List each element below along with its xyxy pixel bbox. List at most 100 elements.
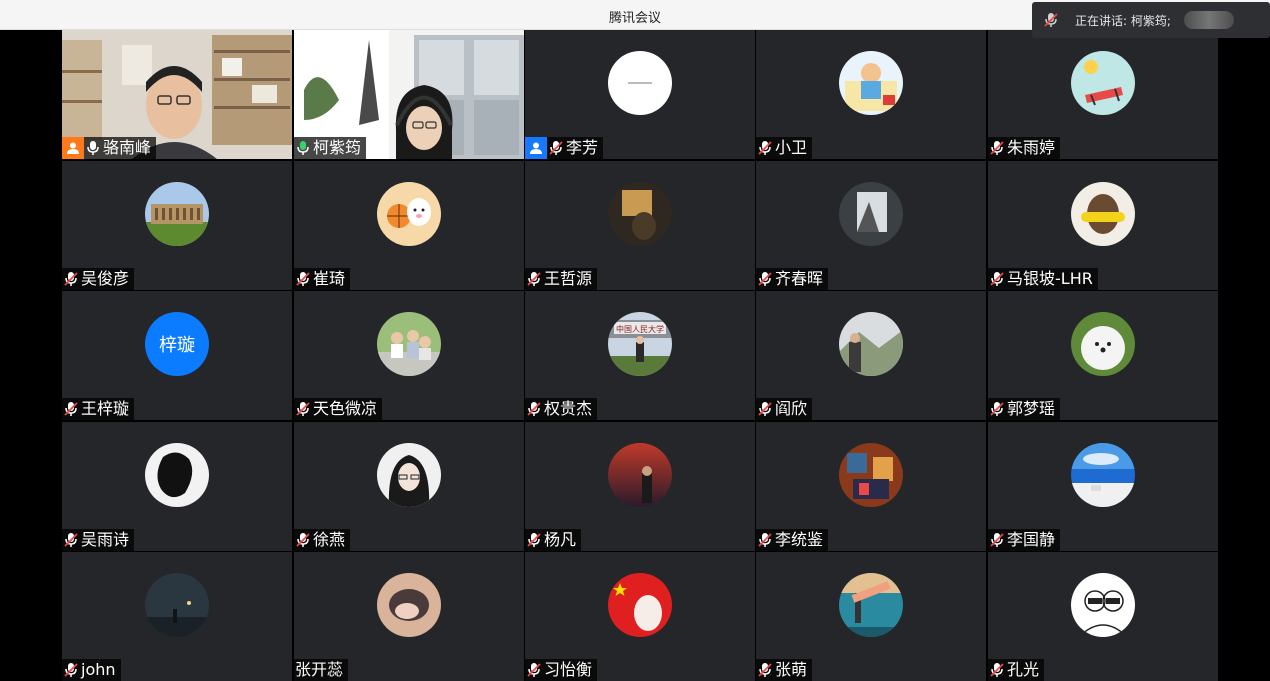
participant-avatar <box>839 182 903 246</box>
name-bar: 朱雨婷 <box>988 137 1061 159</box>
participant-name: 阎欣 <box>775 399 808 418</box>
participant-avatar <box>608 443 672 507</box>
mic-muted-icon <box>62 659 80 681</box>
participant-name: 朱雨婷 <box>1007 138 1056 157</box>
name-bar: 骆南峰 <box>62 137 157 159</box>
avatar-initials: 梓璇 <box>159 335 195 356</box>
mic-muted-icon <box>547 137 565 159</box>
name-bar: 天色微凉 <box>294 398 383 420</box>
name-bar: 王哲源 <box>525 268 598 290</box>
host-user-icon <box>62 137 84 159</box>
svg-text:中国人民大学: 中国人民大学 <box>616 324 664 334</box>
participant-name: 马银坡-LHR <box>1007 269 1093 288</box>
name-bar: 李国静 <box>988 529 1061 551</box>
participant-tile[interactable]: 崔琦 <box>294 161 524 290</box>
participant-tile[interactable]: 中国人民大学权贵杰 <box>525 291 755 420</box>
participant-name: 杨凡 <box>544 530 577 549</box>
participant-avatar <box>608 51 672 115</box>
name-bar: 孔光 <box>988 659 1045 681</box>
participant-tile[interactable]: 朱雨婷 <box>988 30 1218 159</box>
participant-avatar <box>839 51 903 115</box>
participant-name: 李芳 <box>566 138 599 157</box>
cohost-user-icon <box>525 137 547 159</box>
participant-tile[interactable]: 小卫 <box>756 30 986 159</box>
name-bar: 王梓璇 <box>62 398 135 420</box>
participant-name: 吴雨诗 <box>81 530 130 549</box>
participant-tile[interactable]: 张萌 <box>756 552 986 681</box>
mic-muted-icon <box>294 529 312 551</box>
mic-muted-icon <box>294 268 312 290</box>
speaking-indicator: 正在讲话: 柯紫筠; <box>1032 2 1270 38</box>
participant-tile[interactable]: 杨凡 <box>525 422 755 551</box>
speaking-label: 正在讲话: 柯紫筠; <box>1075 14 1171 28</box>
participant-tile[interactable]: 骆南峰 <box>62 30 292 159</box>
name-bar: 李统鉴 <box>756 529 829 551</box>
participant-tile[interactable]: 柯紫筠 <box>294 30 524 159</box>
name-bar: 马银坡-LHR <box>988 268 1098 290</box>
participant-tile[interactable]: 李芳 <box>525 30 755 159</box>
participant-tile[interactable]: 阎欣 <box>756 291 986 420</box>
mic-muted-icon <box>525 659 543 681</box>
name-bar: 吴俊彦 <box>62 268 135 290</box>
participant-avatar <box>377 573 441 637</box>
mic-muted-icon <box>988 529 1006 551</box>
mic-muted-icon <box>756 137 774 159</box>
participant-avatar <box>1071 443 1135 507</box>
participant-name: 吴俊彦 <box>81 269 130 288</box>
name-bar: 柯紫筠 <box>294 137 367 159</box>
participant-tile[interactable]: 吴俊彦 <box>62 161 292 290</box>
name-bar: 崔琦 <box>294 268 351 290</box>
participant-avatar <box>1071 312 1135 376</box>
mic-muted-icon <box>988 137 1006 159</box>
participant-tile[interactable]: 天色微凉 <box>294 291 524 420</box>
participant-tile[interactable]: 齐春晖 <box>756 161 986 290</box>
participant-tile[interactable]: 王哲源 <box>525 161 755 290</box>
participant-name: 张开蕊 <box>295 660 344 679</box>
participant-name: john <box>81 660 116 679</box>
participant-name: 孔光 <box>1007 660 1040 679</box>
participant-avatar <box>839 573 903 637</box>
name-bar: 权贵杰 <box>525 398 598 420</box>
mic-muted-icon <box>988 268 1006 290</box>
mic-muted-icon <box>294 398 312 420</box>
participant-name: 习怡衡 <box>544 660 593 679</box>
participant-tile[interactable]: 李统鉴 <box>756 422 986 551</box>
mic-muted-icon <box>62 268 80 290</box>
mic-muted-icon <box>62 398 80 420</box>
participant-tile[interactable]: 郭梦瑶 <box>988 291 1218 420</box>
mic-muted-icon <box>62 529 80 551</box>
participant-tile[interactable]: 习怡衡 <box>525 552 755 681</box>
participant-tile[interactable]: 徐燕 <box>294 422 524 551</box>
participant-name: 骆南峰 <box>103 138 152 157</box>
mic-on-icon <box>84 137 102 159</box>
name-bar: 徐燕 <box>294 529 351 551</box>
mic-muted-icon <box>525 529 543 551</box>
mic-muted-icon <box>525 398 543 420</box>
participant-tile[interactable]: 吴雨诗 <box>62 422 292 551</box>
participant-avatar <box>608 182 672 246</box>
participant-tile[interactable]: 孔光 <box>988 552 1218 681</box>
participant-avatar <box>608 573 672 637</box>
name-bar: 齐春晖 <box>756 268 829 290</box>
name-bar: 李芳 <box>525 137 604 159</box>
participant-avatar <box>1071 573 1135 637</box>
participant-tile[interactable]: john <box>62 552 292 681</box>
name-bar: 郭梦瑶 <box>988 398 1061 420</box>
name-bar: 杨凡 <box>525 529 582 551</box>
participant-tile[interactable]: 马银坡-LHR <box>988 161 1218 290</box>
participant-name: 徐燕 <box>313 530 346 549</box>
participant-tile[interactable]: 梓璇王梓璇 <box>62 291 292 420</box>
participant-avatar <box>377 443 441 507</box>
participant-tile[interactable]: 张开蕊 <box>294 552 524 681</box>
mic-off-icon <box>1044 12 1058 32</box>
participant-name: 小卫 <box>775 138 808 157</box>
participant-tile[interactable]: 李国静 <box>988 422 1218 551</box>
participant-avatar <box>145 573 209 637</box>
name-bar: john <box>62 659 121 681</box>
participant-name: 张萌 <box>775 660 808 679</box>
participant-avatar <box>1071 182 1135 246</box>
participant-name: 天色微凉 <box>313 399 378 418</box>
participant-avatar <box>1071 51 1135 115</box>
mic-muted-icon <box>988 398 1006 420</box>
mic-muted-icon <box>756 659 774 681</box>
